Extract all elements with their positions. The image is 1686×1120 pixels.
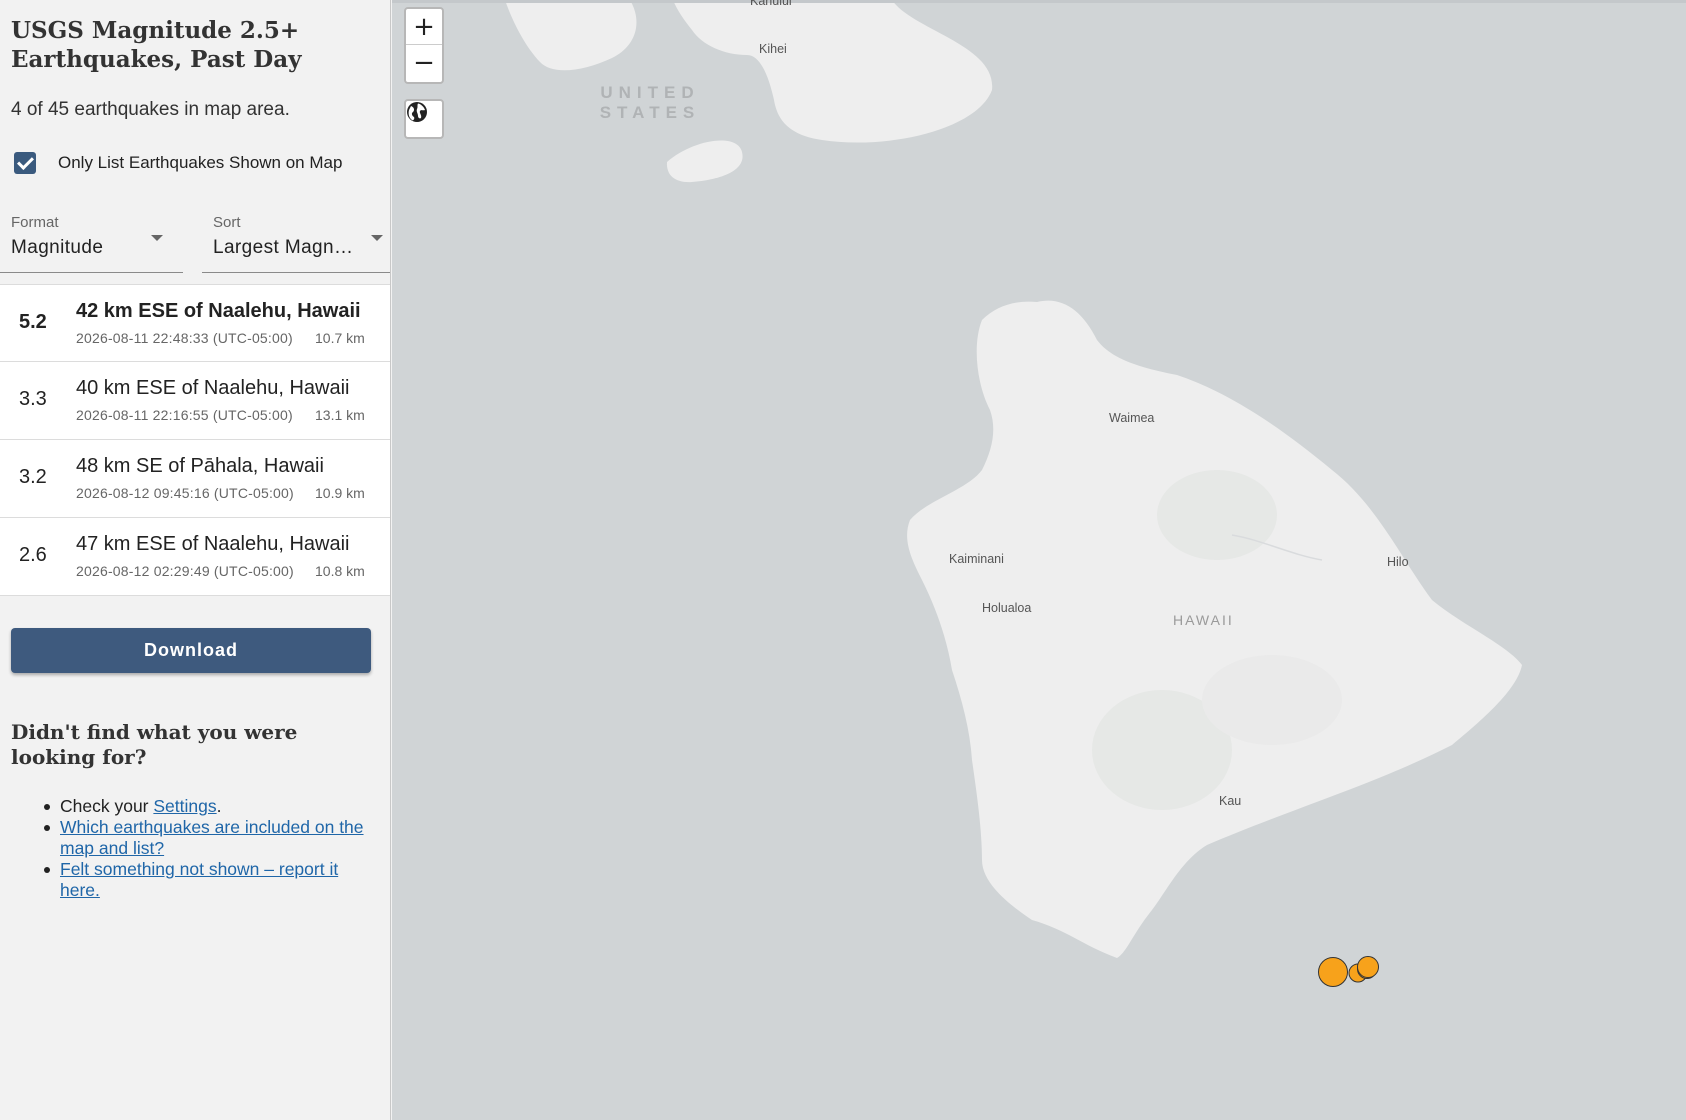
- help-list-item: Felt something not shown – report it her…: [44, 859, 374, 901]
- map-label-hilo: Hilo: [1387, 555, 1409, 569]
- earthquake-depth: 10.7 km: [315, 330, 365, 346]
- map-view[interactable]: Kahului Kihei UNITED STATES Waimea Kaimi…: [392, 0, 1686, 1120]
- map-label-kau: Kau: [1219, 794, 1242, 808]
- download-button[interactable]: Download: [11, 628, 371, 673]
- help-heading: Didn't find what you were looking for?: [11, 720, 298, 769]
- map-label-waimea: Waimea: [1109, 411, 1155, 425]
- earthquake-list-item[interactable]: 3.3 40 km ESE of Naalehu, Hawaii 2026-08…: [0, 362, 390, 440]
- terrain-patch: [1202, 655, 1342, 745]
- earthquake-list-panel: USGS Magnitude 2.5+ Earthquakes, Past Da…: [0, 0, 391, 1120]
- earthquake-time: 2026-08-11 22:16:55 (UTC-05:00): [76, 407, 293, 423]
- help-list-item: Which earthquakes are included on the ma…: [44, 817, 374, 859]
- zoom-out-button[interactable]: −: [406, 45, 442, 81]
- map-label-country: UNITED STATES: [590, 83, 710, 123]
- zoom-in-button[interactable]: +: [406, 9, 442, 45]
- map-label-kihei: Kihei: [759, 42, 787, 56]
- only-list-shown-toggle[interactable]: Only List Earthquakes Shown on Map: [14, 151, 342, 175]
- map-label-country-line1: UNITED: [600, 83, 700, 102]
- only-list-checkbox[interactable]: [14, 152, 36, 174]
- zoom-control: + −: [404, 7, 444, 84]
- sort-select-label: Sort: [213, 214, 241, 231]
- help-list-item: Check your Settings.: [44, 796, 374, 817]
- earthquake-magnitude: 2.6: [19, 544, 47, 566]
- map-label-kahului: Kahului: [750, 0, 792, 8]
- map-canvas: [505, 0, 1522, 987]
- earthquake-time: 2026-08-12 02:29:49 (UTC-05:00): [76, 563, 294, 579]
- earthquake-count-text: 4 of 45 earthquakes in map area.: [11, 99, 290, 120]
- earthquake-magnitude: 5.2: [19, 311, 47, 333]
- sort-select[interactable]: Sort Largest Magnitude First: [202, 202, 390, 273]
- map-top-border: [392, 0, 1686, 3]
- basemap-button[interactable]: [404, 99, 444, 139]
- earthquake-time: 2026-08-11 22:48:33 (UTC-05:00): [76, 330, 293, 346]
- kahoolawe-island: [666, 140, 743, 183]
- earthquake-place: 42 km ESE of Naalehu, Hawaii: [76, 300, 361, 322]
- earthquake-list: 5.2 42 km ESE of Naalehu, Hawaii 2026-08…: [0, 284, 390, 596]
- map-label-kaiminani: Kaiminani: [949, 552, 1004, 566]
- earthquake-marker-5-2: [1318, 957, 1348, 987]
- earthquake-depth: 13.1 km: [315, 407, 365, 423]
- maui-east-island: [673, 0, 993, 143]
- earthquake-place: 40 km ESE of Naalehu, Hawaii: [76, 377, 350, 399]
- earthquake-depth: 10.8 km: [315, 563, 365, 579]
- format-select-label: Format: [11, 214, 59, 231]
- earthquake-list-item[interactable]: 3.2 48 km SE of Pāhala, Hawaii 2026-08-1…: [0, 440, 390, 518]
- earthquake-list-item[interactable]: 2.6 47 km ESE of Naalehu, Hawaii 2026-08…: [0, 518, 390, 596]
- settings-link[interactable]: Settings: [153, 796, 216, 816]
- format-select-value: Magnitude: [11, 237, 104, 258]
- map-label-holualoa: Holualoa: [982, 601, 1032, 615]
- format-select[interactable]: Format Magnitude: [0, 202, 183, 273]
- page-title: USGS Magnitude 2.5+ Earthquakes, Past Da…: [11, 17, 302, 73]
- earthquake-place: 48 km SE of Pāhala, Hawaii: [76, 455, 324, 477]
- only-list-label: Only List Earthquakes Shown on Map: [58, 153, 343, 172]
- format-dropdown-caret-icon: [151, 235, 163, 241]
- help-item-text: Check your: [60, 796, 154, 816]
- hawaii-island: [907, 300, 1522, 958]
- map-label-country-line2: STATES: [599, 103, 701, 122]
- earthquake-depth: 10.9 km: [315, 485, 365, 501]
- terrain-patch: [1157, 470, 1277, 560]
- sort-select-value: Largest Magnitude First: [213, 237, 353, 258]
- globe-icon: [407, 102, 427, 122]
- sort-dropdown-caret-icon: [371, 235, 383, 241]
- earthquake-list-item[interactable]: 5.2 42 km ESE of Naalehu, Hawaii 2026-08…: [0, 284, 390, 362]
- included-earthquakes-link[interactable]: Which earthquakes are included on the ma…: [60, 817, 364, 858]
- earthquake-place: 47 km ESE of Naalehu, Hawaii: [76, 533, 350, 555]
- earthquake-magnitude: 3.3: [19, 388, 47, 410]
- earthquake-magnitude: 3.2: [19, 466, 47, 488]
- map-label-hawaii: HAWAII: [1173, 612, 1234, 628]
- help-item-period: .: [216, 796, 222, 816]
- earthquake-marker-3-3: [1357, 956, 1379, 978]
- earthquake-time: 2026-08-12 09:45:16 (UTC-05:00): [76, 485, 294, 501]
- report-felt-link[interactable]: Felt something not shown – report it her…: [60, 859, 338, 900]
- help-list: Check your Settings. Which earthquakes a…: [44, 796, 374, 901]
- maui-island: [505, 0, 637, 71]
